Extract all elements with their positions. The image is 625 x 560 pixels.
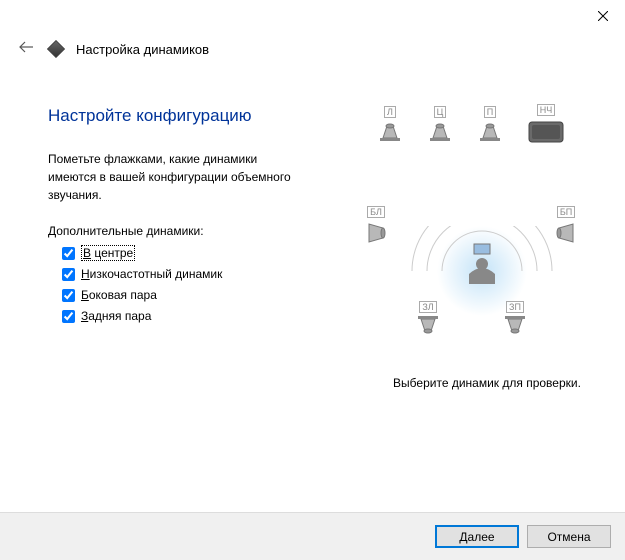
next-button[interactable]: Далее	[435, 525, 519, 548]
speaker-label: ЗЛ	[419, 301, 436, 313]
speaker-icon	[365, 220, 387, 246]
back-button[interactable]	[16, 40, 36, 58]
speaker-label: БЛ	[367, 206, 385, 218]
option-label[interactable]: Низкочастотный динамик	[81, 267, 222, 281]
speaker-front-left[interactable]: Л	[377, 106, 403, 142]
speaker-label: БП	[557, 206, 575, 218]
speaker-rear-left[interactable]: ЗЛ	[415, 301, 441, 337]
section-label: Дополнительные динамики:	[48, 224, 357, 238]
cancel-button-label: Отмена	[547, 530, 590, 544]
footer: Далее Отмена	[0, 512, 625, 560]
option-checkbox[interactable]	[62, 268, 75, 281]
option-label[interactable]: Боковая пара	[81, 288, 157, 302]
option-checkbox[interactable]	[62, 247, 75, 260]
checkbox-row: Низкочастотный динамик	[62, 267, 357, 281]
checkbox-list: В центре Низкочастотный динамик Боковая па…	[48, 246, 357, 323]
instruction-text: Пометьте флажками, какие динамики имеютс…	[48, 150, 308, 204]
speaker-icon	[555, 220, 577, 246]
speaker-label: Ц	[434, 106, 447, 118]
option-checkbox[interactable]	[62, 289, 75, 302]
listener-arcs	[397, 226, 567, 366]
speaker-icon	[377, 120, 403, 142]
speaker-label: П	[484, 106, 496, 118]
speaker-center[interactable]: Ц	[427, 106, 453, 142]
speaker-diagram: Л Ц П НЧ БЛ	[377, 106, 587, 356]
speaker-icon	[427, 120, 453, 142]
close-icon	[598, 11, 608, 21]
checkbox-row: В центре	[62, 246, 357, 260]
diagram-hint: Выберите динамик для проверки.	[377, 376, 597, 390]
speaker-label: Л	[384, 106, 396, 118]
checkbox-row: Боковая пара	[62, 288, 357, 302]
speaker-subwoofer[interactable]: НЧ	[527, 104, 565, 144]
app-icon	[48, 41, 64, 57]
next-button-label: Далее	[459, 530, 494, 544]
option-label[interactable]: В центре	[81, 246, 135, 260]
speaker-label: НЧ	[537, 104, 556, 116]
speaker-icon	[415, 315, 441, 337]
speaker-label: ЗП	[506, 301, 524, 313]
speaker-front-right[interactable]: П	[477, 106, 503, 142]
subwoofer-icon	[527, 118, 565, 144]
header: Настройка динамиков	[0, 32, 625, 66]
option-checkbox[interactable]	[62, 310, 75, 323]
cancel-button[interactable]: Отмена	[527, 525, 611, 548]
close-button[interactable]	[580, 1, 625, 31]
speaker-icon	[502, 315, 528, 337]
checkbox-row: Задняя пара	[62, 309, 357, 323]
wizard-title: Настройка динамиков	[76, 42, 209, 57]
speaker-rear-right[interactable]: ЗП	[502, 301, 528, 337]
speaker-icon	[477, 120, 503, 142]
option-label[interactable]: Задняя пара	[81, 309, 151, 323]
speaker-side-right[interactable]: БП	[555, 206, 577, 246]
titlebar	[0, 0, 625, 32]
back-arrow-icon	[18, 41, 34, 53]
page-title: Настройте конфигурацию	[48, 106, 357, 126]
speaker-side-left[interactable]: БЛ	[365, 206, 387, 246]
